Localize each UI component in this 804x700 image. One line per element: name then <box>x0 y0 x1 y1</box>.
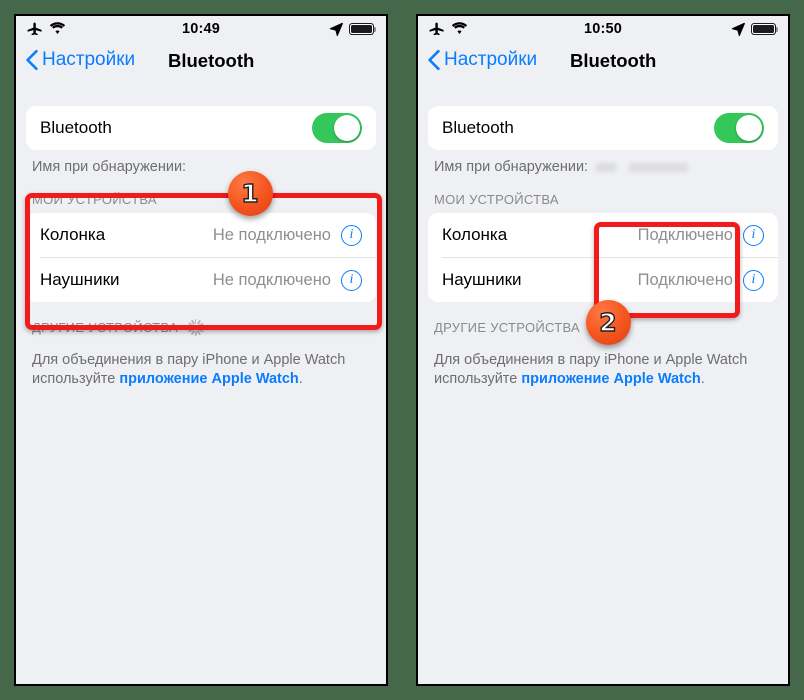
back-button-label: Настройки <box>444 49 538 70</box>
navigation-bar: Настройки Bluetooth <box>16 46 386 84</box>
device-name: Колонка <box>40 225 106 244</box>
page-title: Bluetooth <box>168 50 255 71</box>
bluetooth-toggle-row[interactable]: Bluetooth <box>26 106 376 150</box>
page-title: Bluetooth <box>570 50 657 71</box>
my-devices-card: Колонка Подключено i Наушники Подключено… <box>428 213 778 302</box>
info-circle-icon[interactable]: i <box>341 224 362 246</box>
device-status: Подключено <box>637 225 733 244</box>
device-status: Не подключено <box>212 225 331 244</box>
apple-watch-footnote: Для объединения в пару iPhone и Apple Wa… <box>26 342 376 389</box>
discoverable-device-name <box>596 162 689 172</box>
phone-panel-after: 10:50 Настройки Bluetooth Bluetooth Имя … <box>416 14 790 686</box>
bluetooth-toggle-switch[interactable] <box>714 113 764 143</box>
footnote-text-after: . <box>700 371 705 388</box>
table-row[interactable]: Наушники Подключено i <box>428 258 778 302</box>
status-bar: 10:50 <box>418 16 788 46</box>
other-devices-header-label: ДРУГИЕ УСТРОЙСТВА <box>434 320 581 335</box>
bluetooth-toggle-row[interactable]: Bluetooth <box>428 106 778 150</box>
my-devices-header: МОИ УСТРОЙСТВА <box>428 175 778 213</box>
bluetooth-toggle-switch[interactable] <box>312 113 362 143</box>
status-bar-right-icons <box>731 22 779 36</box>
status-bar-right-icons <box>329 22 377 36</box>
apple-watch-footnote: Для объединения в пару iPhone и Apple Wa… <box>428 342 778 389</box>
device-status: Подключено <box>637 270 733 289</box>
discoverable-caption-row: Имя при обнаружении: <box>428 150 778 175</box>
bluetooth-label: Bluetooth <box>40 118 112 137</box>
bluetooth-toggle-card: Bluetooth <box>26 106 376 150</box>
back-button[interactable]: Настройки <box>26 49 135 71</box>
location-arrow-icon <box>731 22 745 36</box>
activity-spinner-icon <box>187 319 205 336</box>
back-button-label: Настройки <box>42 49 136 70</box>
chevron-left-icon <box>26 50 38 70</box>
annotation-step-badge-1-label: 1 <box>241 178 260 208</box>
device-status: Не подключено <box>212 270 331 289</box>
info-circle-icon[interactable]: i <box>743 269 764 291</box>
battery-icon <box>751 23 779 35</box>
device-name: Наушники <box>442 270 522 289</box>
phone-panel-before: 10:49 Настройки Bluetooth Bluetooth Имя … <box>14 14 388 686</box>
info-circle-icon[interactable]: i <box>743 224 764 246</box>
table-row[interactable]: Наушники Не подключено i <box>26 258 376 302</box>
back-button[interactable]: Настройки <box>428 49 537 71</box>
my-devices-header: МОИ УСТРОЙСТВА <box>26 175 376 213</box>
footnote-text-after: . <box>298 371 303 388</box>
device-name: Наушники <box>40 270 120 289</box>
other-devices-header: ДРУГИЕ УСТРОЙСТВА <box>26 302 376 342</box>
screenshot-stage: 10:49 Настройки Bluetooth Bluetooth Имя … <box>0 0 804 700</box>
battery-icon <box>349 23 377 35</box>
annotation-step-badge-2: 2 <box>585 299 631 345</box>
annotation-step-badge-1: 1 <box>227 170 273 216</box>
settings-content: Bluetooth Имя при обнаружении: МОИ УСТРО… <box>418 106 788 389</box>
table-row[interactable]: Колонка Подключено i <box>428 213 778 257</box>
location-arrow-icon <box>329 22 343 36</box>
discoverable-caption-row: Имя при обнаружении: <box>26 150 376 175</box>
chevron-left-icon <box>428 50 440 70</box>
status-bar: 10:49 <box>16 16 386 46</box>
device-name: Колонка <box>442 225 508 244</box>
bluetooth-toggle-card: Bluetooth <box>428 106 778 150</box>
settings-content: Bluetooth Имя при обнаружении: МОИ УСТРО… <box>16 106 386 389</box>
my-devices-header-label: МОИ УСТРОЙСТВА <box>434 192 559 207</box>
my-devices-card: Колонка Не подключено i Наушники Не подк… <box>26 213 376 302</box>
toggle-knob <box>333 114 361 142</box>
table-row[interactable]: Колонка Не подключено i <box>26 213 376 257</box>
annotation-step-badge-2-label: 2 <box>599 307 618 337</box>
apple-watch-app-link[interactable]: приложение Apple Watch <box>119 371 298 387</box>
apple-watch-app-link[interactable]: приложение Apple Watch <box>521 371 700 387</box>
discoverable-caption: Имя при обнаружении: <box>434 159 589 175</box>
bluetooth-label: Bluetooth <box>442 118 514 137</box>
discoverable-caption: Имя при обнаружении: <box>32 159 187 175</box>
navigation-bar: Настройки Bluetooth <box>418 46 788 84</box>
other-devices-header-label: ДРУГИЕ УСТРОЙСТВА <box>32 320 179 335</box>
info-circle-icon[interactable]: i <box>341 269 362 291</box>
toggle-knob <box>735 114 763 142</box>
my-devices-header-label: МОИ УСТРОЙСТВА <box>32 192 157 207</box>
